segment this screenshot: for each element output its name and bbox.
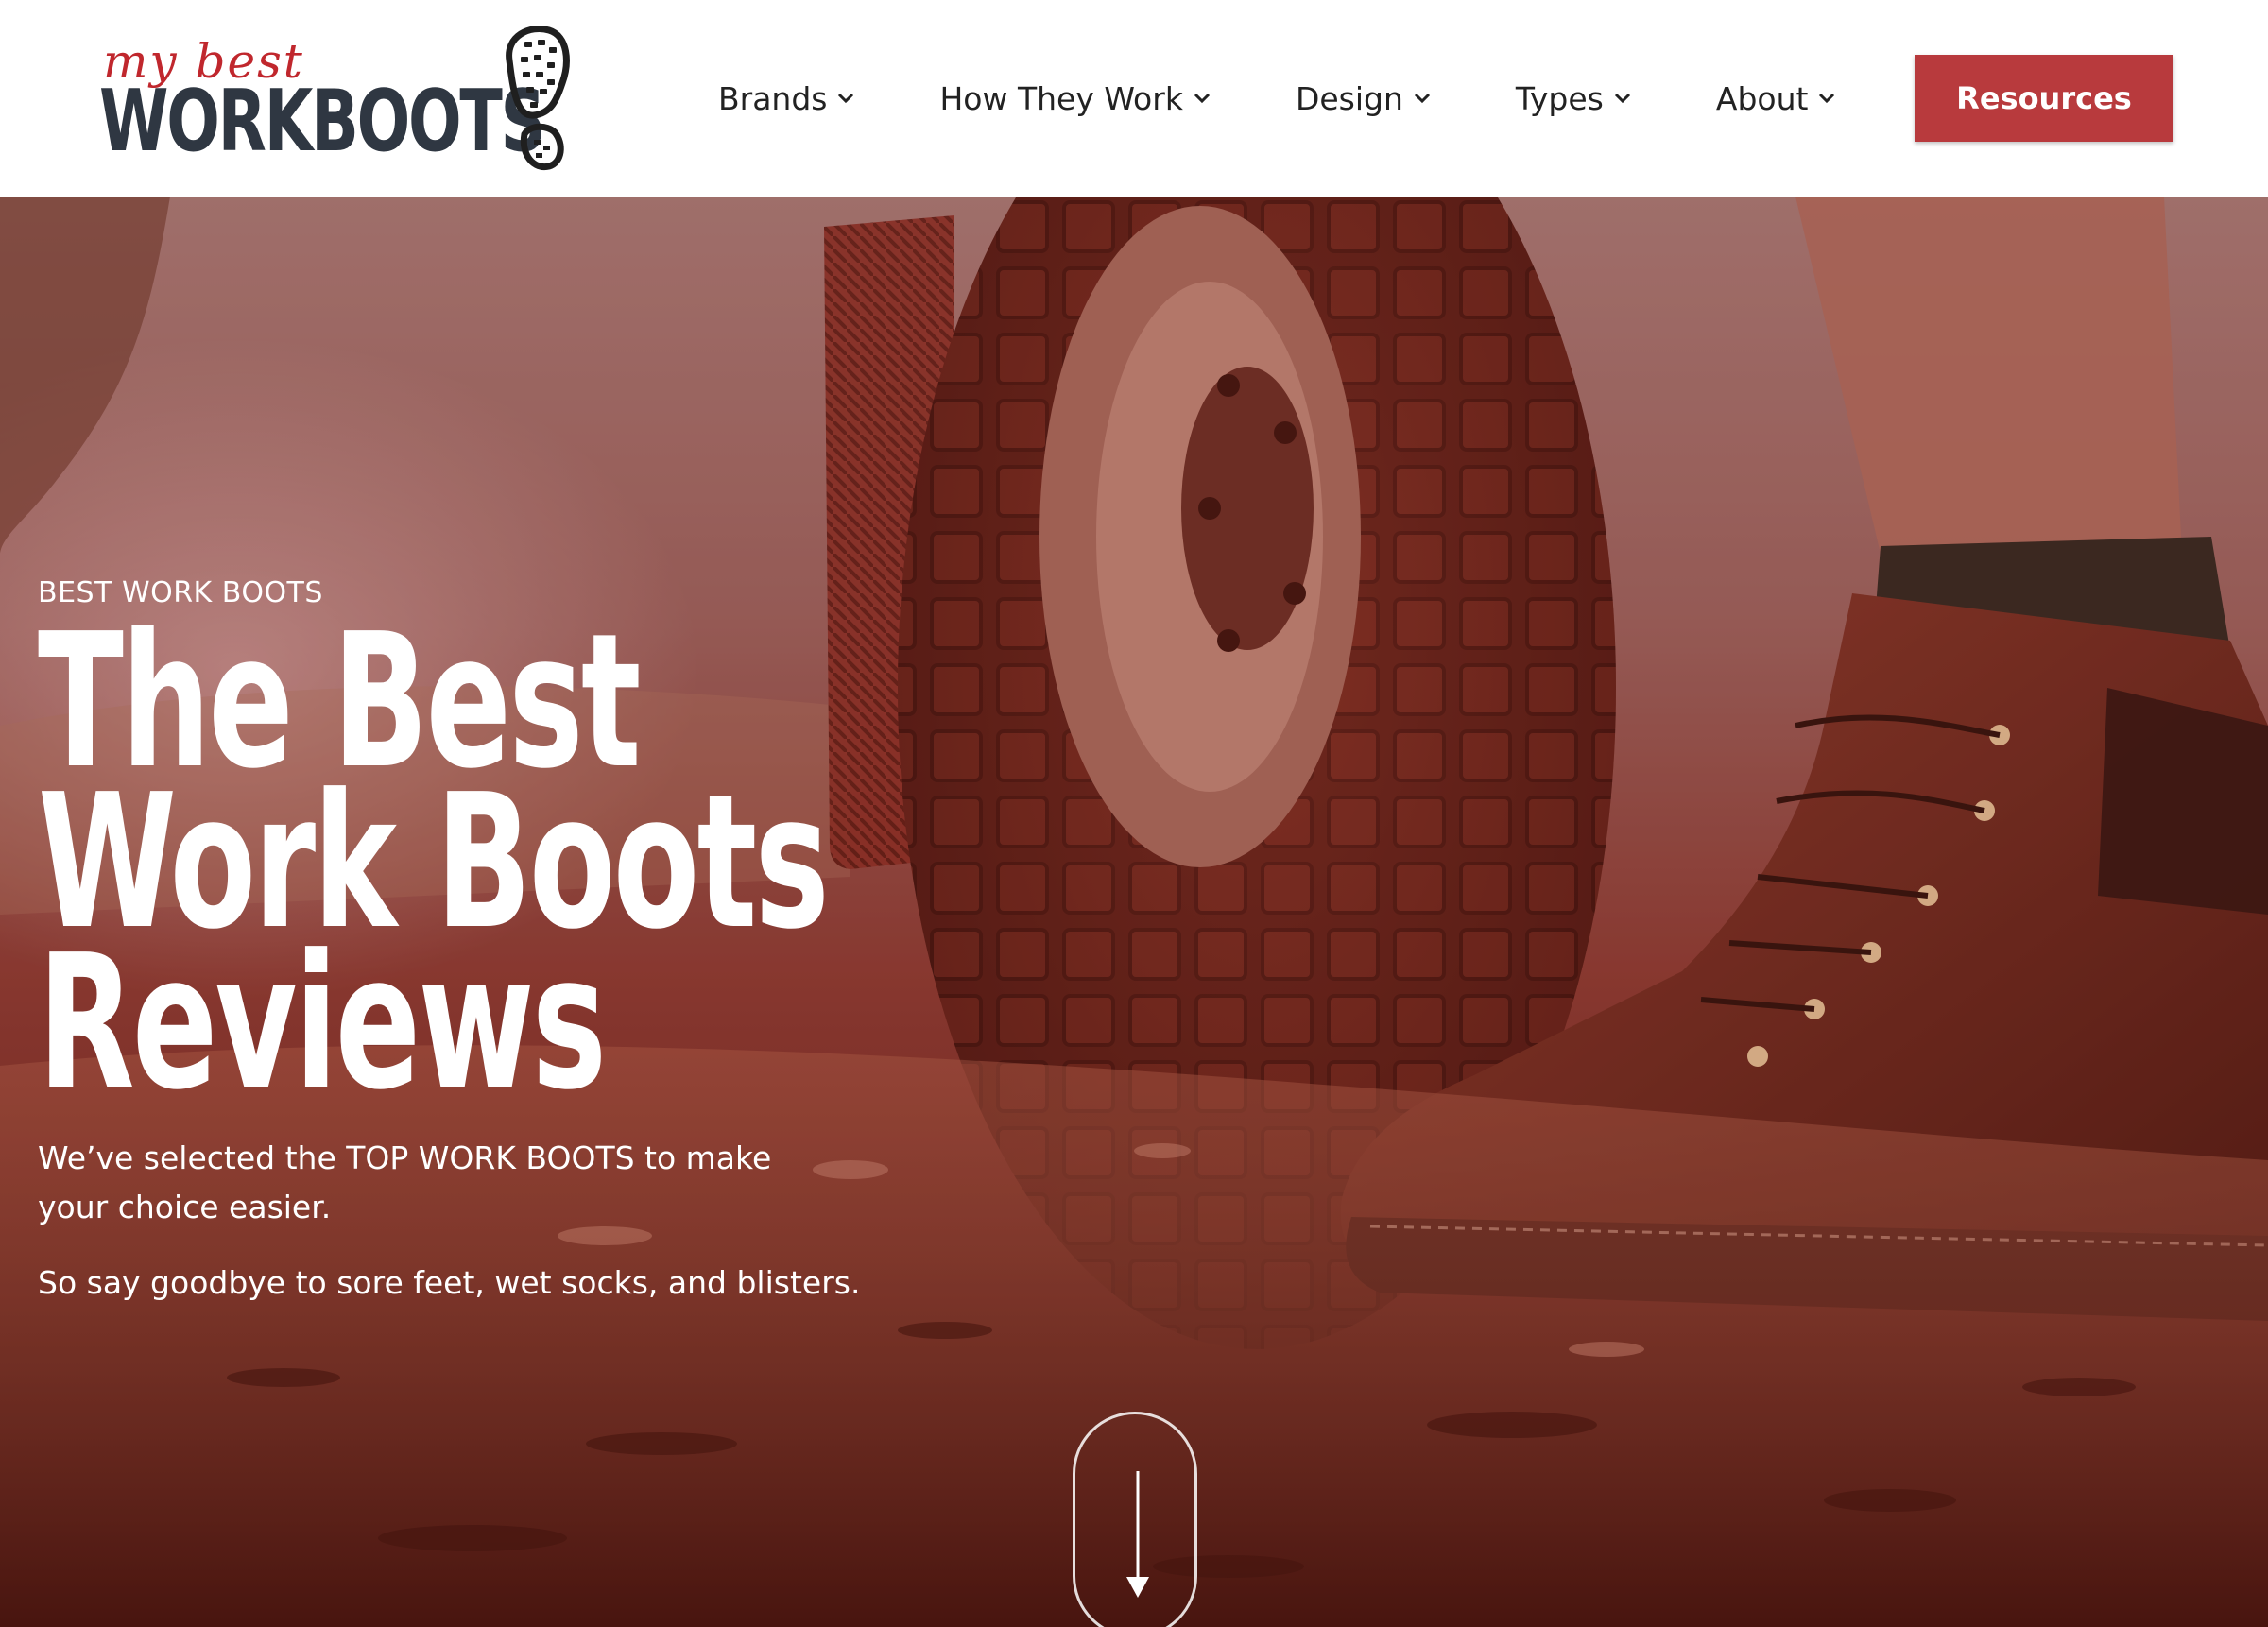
nav-item-how-they-work[interactable]: How They Work: [939, 80, 1212, 117]
chevron-down-icon: [1819, 93, 1835, 104]
resources-button[interactable]: Resources: [1915, 55, 2174, 142]
chevron-down-icon: [1414, 93, 1430, 104]
nav-item-label: About: [1715, 79, 1809, 117]
chevron-down-icon: [838, 93, 854, 104]
hero-title: The Best Work Boots Reviews: [38, 609, 830, 1131]
nav-item-label: How They Work: [939, 79, 1183, 117]
scroll-down-button[interactable]: [1073, 1412, 1197, 1627]
nav-item-types[interactable]: Types: [1516, 80, 1634, 117]
hero-section: BEST WORK BOOTS The Best Work Boots Revi…: [0, 197, 2268, 1627]
hero-description: We’ve selected the TOP WORK BOOTS to mak…: [38, 1139, 772, 1225]
chevron-down-icon: [1194, 93, 1210, 104]
nav-item-about[interactable]: About: [1716, 80, 1839, 117]
arrow-down-icon: [1126, 1471, 1149, 1598]
boot-sole-icon: [506, 26, 570, 171]
site-logo[interactable]: my best WORKBOOTS: [99, 23, 572, 174]
nav-item-label: Types: [1515, 79, 1604, 117]
nav-item-design[interactable]: Design: [1296, 80, 1434, 117]
hero-title-line-3: Reviews: [38, 916, 607, 1131]
main-nav: Brands How They Work Design Types About: [718, 68, 1838, 128]
chevron-down-icon: [1614, 93, 1630, 104]
nav-item-label: Brands: [718, 79, 828, 117]
hero-description-secondary: So say goodbye to sore feet, wet socks, …: [38, 1264, 861, 1301]
nav-item-label: Design: [1295, 79, 1403, 117]
logo-wordmark: WORKBOOTS: [99, 72, 546, 171]
nav-item-brands[interactable]: Brands: [718, 80, 857, 117]
site-header: my best WORKBOOTS Brands How They Work D…: [0, 0, 2268, 197]
